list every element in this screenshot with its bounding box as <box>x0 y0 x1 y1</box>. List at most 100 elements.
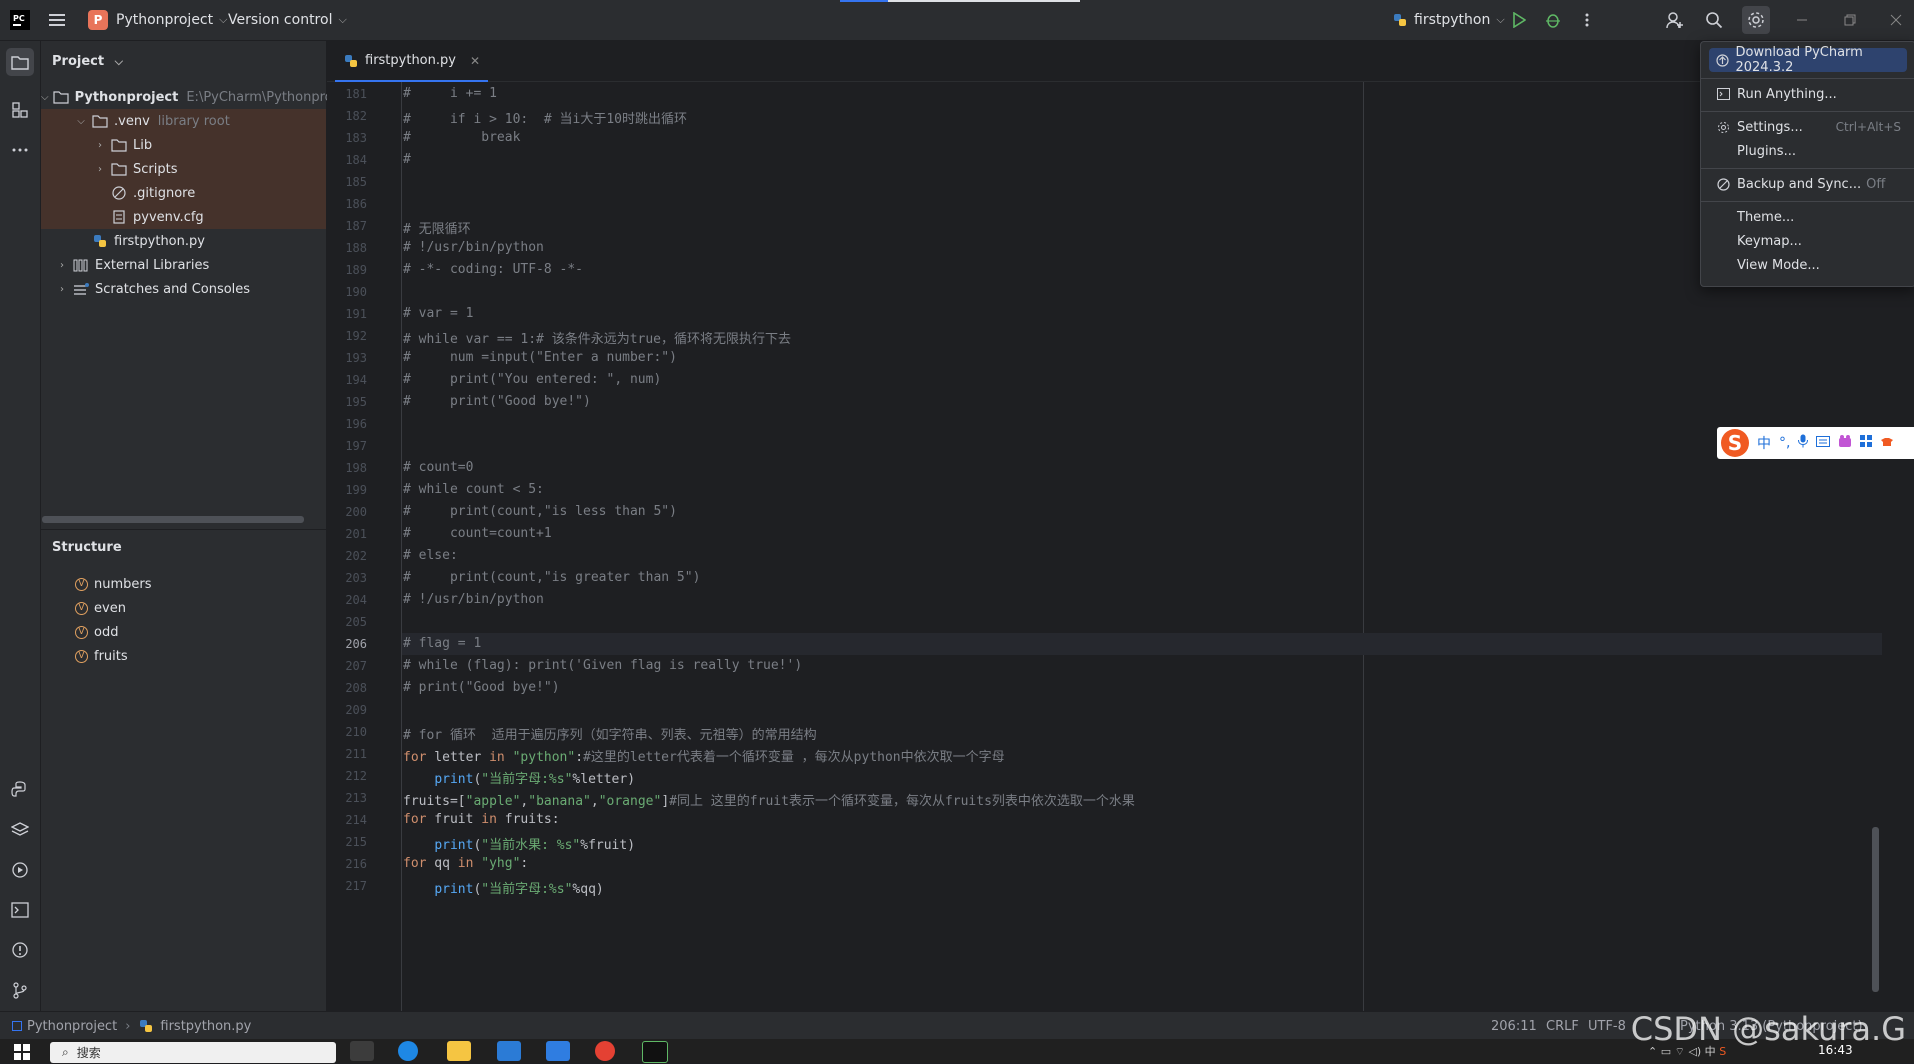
close-icon[interactable] <box>1884 8 1908 32</box>
menu-item-run-anything[interactable]: Run Anything... <box>1709 82 1907 106</box>
add-user-icon[interactable] <box>1663 8 1687 32</box>
code-line[interactable]: # while var == 1:# 该条件永远为true，循环将无限执行下去 <box>403 328 791 347</box>
edge-icon[interactable] <box>398 1041 418 1061</box>
code-line[interactable]: # flag = 1 <box>403 636 481 651</box>
structure-icon[interactable] <box>8 98 32 122</box>
skin-icon[interactable] <box>1838 434 1852 452</box>
close-icon[interactable]: ✕ <box>470 54 480 68</box>
code-line[interactable]: # !/usr/bin/python <box>403 592 544 607</box>
code-line[interactable]: for qq in "yhg": <box>403 856 528 871</box>
mail-icon[interactable] <box>546 1041 570 1061</box>
code-line[interactable]: # !/usr/bin/python <box>403 240 544 255</box>
code-line[interactable]: # else: <box>403 548 458 563</box>
sogou-logo-icon[interactable]: S <box>1721 429 1749 457</box>
tree-item-scripts[interactable]: › Scripts <box>41 157 326 181</box>
services-icon[interactable] <box>8 858 32 882</box>
code-line[interactable]: # 无限循环 <box>403 218 471 237</box>
breadcrumb[interactable]: Pythonproject › firstpython.py <box>12 1012 251 1040</box>
store-icon[interactable] <box>497 1041 521 1061</box>
punctuation-icon[interactable]: °, <box>1779 435 1790 451</box>
folder-icon[interactable] <box>6 48 34 76</box>
task-view-icon[interactable] <box>350 1041 374 1061</box>
terminal-icon[interactable] <box>8 898 32 922</box>
tree-item-pyvenv-cfg[interactable]: pyvenv.cfg <box>41 205 326 229</box>
menu-item-settings[interactable]: Settings... Ctrl+Alt+S <box>1709 115 1907 139</box>
caret-position[interactable]: 206:11 <box>1491 1012 1537 1040</box>
code-line[interactable]: # print(count,"is greater than 5") <box>403 570 700 585</box>
structure-item[interactable]: V odd <box>41 620 326 644</box>
tree-item-external-libraries[interactable]: › External Libraries <box>41 253 326 277</box>
chrome-icon[interactable] <box>595 1041 615 1061</box>
code-line[interactable]: # <box>403 152 411 167</box>
windows-start-icon[interactable] <box>14 1044 30 1064</box>
tab-firstpython[interactable]: firstpython.py ✕ <box>335 41 489 82</box>
code-line[interactable]: # while (flag): print('Given flag is rea… <box>403 658 802 673</box>
pycharm-logo-icon[interactable]: PC <box>8 8 32 32</box>
code-line[interactable]: print("当前字母:%s"%letter) <box>403 768 635 787</box>
code-line[interactable]: for letter in "python":#这里的letter代表着一个循环… <box>403 746 1005 765</box>
breadcrumb-file[interactable]: firstpython.py <box>160 1019 251 1034</box>
code-line[interactable]: # var = 1 <box>403 306 473 321</box>
code-line[interactable]: # print("Good bye!") <box>403 680 560 695</box>
code-line[interactable]: # count=count+1 <box>403 526 552 541</box>
problems-icon[interactable] <box>8 938 32 962</box>
project-switcher[interactable]: P Pythonproject ⌵ <box>88 0 227 40</box>
tree-item-venv[interactable]: ⌵ .venv library root <box>41 109 326 133</box>
menu-item-plugins[interactable]: Plugins... <box>1709 139 1907 163</box>
more-icon[interactable] <box>8 138 32 162</box>
file-explorer-icon[interactable] <box>447 1041 471 1061</box>
search-icon[interactable] <box>1702 8 1726 32</box>
ime-toolbar[interactable]: S 中 °, <box>1717 427 1914 459</box>
menu-item-view-mode[interactable]: View Mode... <box>1709 253 1907 277</box>
breadcrumb-project[interactable]: Pythonproject <box>27 1019 117 1034</box>
python-console-icon[interactable] <box>8 778 32 802</box>
version-control-menu[interactable]: Version control ⌵ <box>228 0 347 40</box>
vertical-scrollbar[interactable] <box>1872 827 1879 992</box>
code-line[interactable]: # if i > 10: # 当i大于10时跳出循环 <box>403 108 687 127</box>
hamburger-menu-icon[interactable] <box>46 8 70 32</box>
debug-icon[interactable] <box>1541 8 1565 32</box>
code-editor[interactable]: # i += 1 # if i > 10: # 当i大于10时跳出循环 # brea… <box>402 82 1914 1011</box>
code-line[interactable]: # print(count,"is less than 5") <box>403 504 677 519</box>
code-line[interactable]: print("当前字母:%s"%qq) <box>403 878 603 897</box>
code-line[interactable]: # print("You entered: ", num) <box>403 372 661 387</box>
code-line[interactable]: print("当前水果: %s"%fruit) <box>403 834 635 853</box>
tree-item-firstpython[interactable]: firstpython.py <box>41 229 326 253</box>
code-line[interactable]: # for 循环 适用于遍历序列（如字符串、列表、元祖等）的常用结构 <box>403 724 817 743</box>
minimize-icon[interactable] <box>1790 8 1814 32</box>
git-icon[interactable] <box>8 978 32 1002</box>
menu-item-theme[interactable]: Theme... <box>1709 205 1907 229</box>
tree-item-lib[interactable]: › Lib <box>41 133 326 157</box>
restore-icon[interactable] <box>1838 8 1862 32</box>
shirt-icon[interactable] <box>1880 435 1894 451</box>
tree-item-scratches[interactable]: › Scratches and Consoles <box>41 277 326 301</box>
pycharm-taskbar-icon[interactable] <box>642 1041 668 1063</box>
code-line[interactable]: # i += 1 <box>403 86 497 101</box>
horizontal-scrollbar[interactable] <box>42 516 304 523</box>
code-line[interactable]: # count=0 <box>403 460 473 475</box>
more-vertical-icon[interactable] <box>1575 8 1599 32</box>
run-config-selector[interactable]: firstpython ⌵ <box>1392 0 1505 40</box>
menu-item-keymap[interactable]: Keymap... <box>1709 229 1907 253</box>
ime-language[interactable]: 中 <box>1757 433 1771 453</box>
code-line[interactable]: # -*- coding: UTF-8 -*- <box>403 262 583 277</box>
code-line[interactable]: # print("Good bye!") <box>403 394 591 409</box>
code-line[interactable]: fruits=["apple","banana","orange"]#同上 这里… <box>403 790 1135 809</box>
microphone-icon[interactable] <box>1798 434 1809 452</box>
structure-item[interactable]: V numbers <box>41 572 326 596</box>
code-line[interactable]: # num =input("Enter a number:") <box>403 350 677 365</box>
line-separator[interactable]: CRLF <box>1546 1012 1579 1040</box>
menu-item-backup-sync[interactable]: Backup and Sync... Off <box>1709 172 1907 196</box>
code-line[interactable]: # while count < 5: <box>403 482 544 497</box>
toolbox-icon[interactable] <box>1860 435 1873 451</box>
layers-icon[interactable] <box>8 818 32 842</box>
tree-item-project-root[interactable]: ⌵ Pythonproject E:\PyCharm\Pythonproje <box>41 85 344 109</box>
file-encoding[interactable]: UTF-8 <box>1588 1012 1626 1040</box>
code-line[interactable]: for fruit in fruits: <box>403 812 560 827</box>
keyboard-icon[interactable] <box>1816 435 1831 451</box>
tree-item-gitignore[interactable]: .gitignore <box>41 181 326 205</box>
project-panel-title[interactable]: Project ⌵ <box>52 54 123 69</box>
structure-item[interactable]: V fruits <box>41 644 326 668</box>
gear-icon[interactable] <box>1742 6 1770 34</box>
taskbar-search[interactable]: ⌕ 搜索 <box>50 1042 336 1063</box>
